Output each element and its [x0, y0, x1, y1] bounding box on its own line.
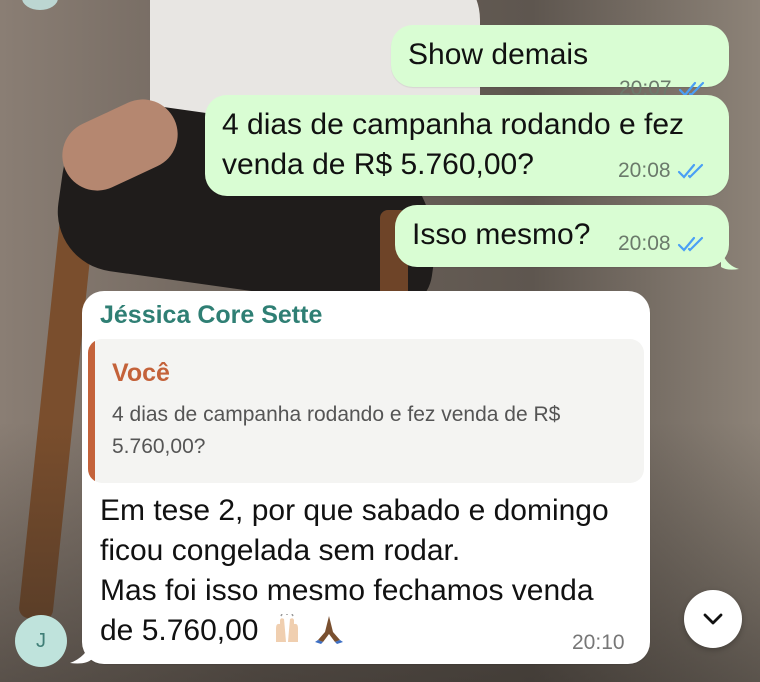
- folded-hands-icon: [315, 616, 344, 644]
- quote-text: 4 dias de campanha rodando e fez venda d…: [112, 403, 561, 458]
- quote-accent-bar: [88, 339, 95, 483]
- message-time: 20:10: [572, 631, 625, 654]
- outgoing-message[interactable]: Isso mesmo? 20:08: [395, 205, 739, 270]
- raising-hands-icon: [275, 614, 298, 642]
- message-meta: 20:08: [618, 232, 707, 256]
- quote-author: Você: [112, 359, 170, 387]
- message-time: 20:08: [618, 159, 671, 182]
- sender-name[interactable]: Jéssica Core Sette: [100, 301, 322, 330]
- chevron-down-icon: [703, 613, 723, 625]
- message-line: Mas foi isso mesmo fechamos venda: [100, 574, 594, 607]
- double-check-icon: [677, 236, 703, 252]
- outgoing-message[interactable]: 4 dias de campanha rodando e fez venda d…: [205, 95, 729, 196]
- message-text: Isso mesmo?: [412, 218, 591, 251]
- message-line-with-emoji: de 5.760,00: [100, 611, 640, 651]
- message-line: Em tese 2, por que sabado e domingo: [100, 494, 609, 527]
- message-text: Em tese 2, por que sabado e domingo fico…: [100, 491, 640, 651]
- outgoing-message[interactable]: Show demais 20:07: [391, 25, 729, 100]
- incoming-message[interactable]: Jéssica Core Sette Você 4 dias de campan…: [70, 291, 650, 664]
- bubble-tail: [721, 249, 739, 270]
- quoted-message[interactable]: Você 4 dias de campanha rodando e fez ve…: [88, 339, 644, 483]
- avatar-initial: J: [36, 629, 46, 652]
- scroll-to-bottom-button[interactable]: [684, 590, 742, 648]
- message-meta: 20:08: [618, 159, 707, 183]
- partial-avatar: [22, 0, 58, 10]
- double-check-icon: [677, 163, 703, 179]
- bubble-tail: [70, 641, 92, 664]
- message-text: Show demais: [408, 38, 589, 71]
- message-time: 20:08: [618, 232, 671, 255]
- message-line: ficou congelada sem rodar.: [100, 534, 461, 567]
- avatar[interactable]: J: [15, 615, 67, 667]
- message-line: de 5.760,00: [100, 614, 259, 647]
